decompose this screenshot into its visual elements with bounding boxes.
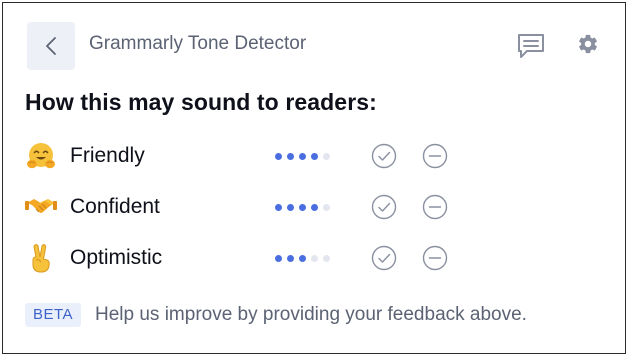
- tone-detector-panel: Grammarly Tone Detector How this may sou…: [2, 2, 626, 354]
- header: Grammarly Tone Detector: [3, 3, 625, 87]
- agree-check-button[interactable]: [371, 143, 397, 169]
- settings-button[interactable]: [574, 30, 602, 58]
- feedback-prompt: Help us improve by providing your feedba…: [95, 304, 527, 325]
- app-title: Grammarly Tone Detector: [89, 33, 307, 54]
- feedback-button[interactable]: [515, 31, 547, 61]
- beta-badge: BETA: [25, 303, 82, 327]
- footer: BETA Help us improve by providing your f…: [25, 303, 615, 329]
- meter-dot-inactive: [323, 152, 330, 160]
- gear-icon: [579, 34, 597, 54]
- meter-dot-active: [311, 203, 318, 211]
- meter-dot-active: [299, 254, 306, 262]
- meter-dot-active: [275, 203, 282, 211]
- meter-dot-active: [287, 152, 294, 160]
- meter-dot-active: [287, 203, 294, 211]
- tone-row-confident: Confident: [3, 182, 625, 232]
- chevron-left-icon: [46, 37, 56, 55]
- hugging-face-icon: [27, 143, 55, 169]
- back-button[interactable]: [27, 22, 75, 70]
- tone-meter: [275, 202, 335, 212]
- tone-meter: [275, 253, 335, 263]
- agree-check-button[interactable]: [371, 194, 397, 220]
- disagree-minus-button[interactable]: [422, 194, 448, 220]
- meter-dot-inactive: [311, 254, 318, 262]
- agree-check-button[interactable]: [371, 245, 397, 271]
- meter-dot-active: [275, 254, 282, 262]
- meter-dot-inactive: [323, 203, 330, 211]
- disagree-minus-button[interactable]: [422, 245, 448, 271]
- tone-row-optimistic: Optimistic: [3, 233, 625, 283]
- tone-label: Friendly: [70, 144, 145, 167]
- tone-meter: [275, 151, 335, 161]
- meter-dot-inactive: [323, 254, 330, 262]
- meter-dot-active: [299, 152, 306, 160]
- tone-label: Optimistic: [70, 246, 163, 269]
- victory-hand-icon: [32, 244, 50, 273]
- meter-dot-active: [311, 152, 318, 160]
- headline: How this may sound to readers:: [25, 89, 377, 115]
- meter-dot-active: [287, 254, 294, 262]
- chat-bubble-icon: [518, 34, 544, 58]
- tone-label: Confident: [70, 195, 160, 218]
- disagree-minus-button[interactable]: [422, 143, 448, 169]
- meter-dot-active: [299, 203, 306, 211]
- tone-row-friendly: Friendly: [3, 131, 625, 181]
- handshake-icon: [25, 199, 57, 213]
- meter-dot-active: [275, 152, 282, 160]
